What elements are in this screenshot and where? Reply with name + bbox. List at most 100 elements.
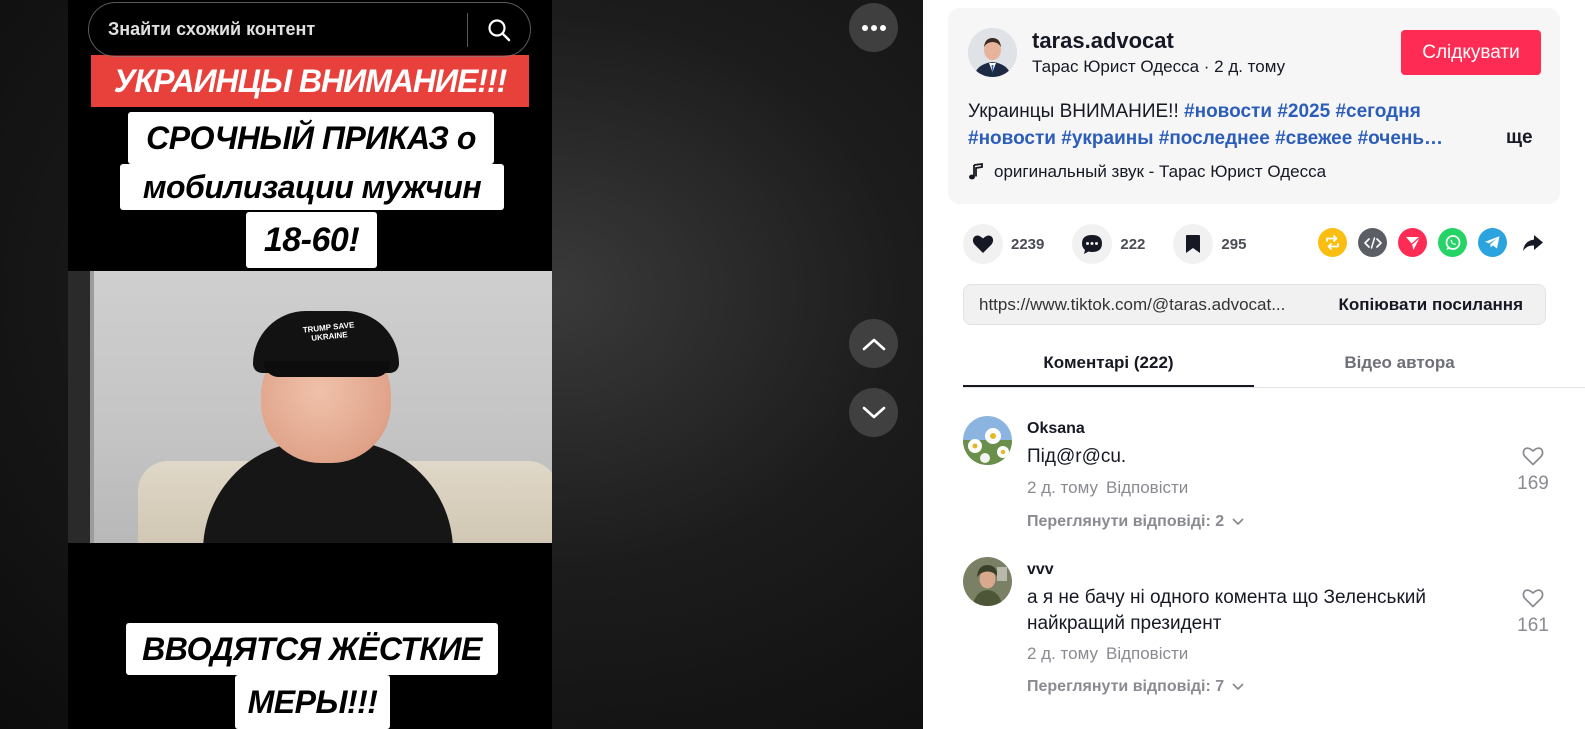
video-caption-line-2: мобилизации мужчин	[120, 164, 504, 210]
video-caption-line-4: ВВОДЯТСЯ ЖЁСТКИЕ	[126, 623, 498, 675]
view-replies-button[interactable]: Переглянути відповіді: 2	[1027, 513, 1244, 531]
follow-button[interactable]: Слідкувати	[1401, 30, 1541, 75]
comment-like-button[interactable]: 169	[1513, 446, 1553, 495]
author-username[interactable]: taras.advocat	[1032, 28, 1174, 54]
music-note-icon	[969, 163, 983, 180]
comment-item: Oksana Під@r@cu. 2 д. тому Відповісти Пер…	[963, 416, 1553, 546]
share-arrow-icon	[1522, 234, 1543, 251]
hashtag[interactable]: #украины	[1061, 128, 1153, 149]
avatar-image	[963, 416, 1012, 465]
avatar-image	[963, 557, 1012, 606]
expand-description-button[interactable]: ще	[1506, 127, 1533, 149]
more-share-button[interactable]	[1518, 228, 1547, 257]
video-caption-line-3: 18-60!	[246, 212, 377, 268]
comment-button[interactable]: 222	[1072, 224, 1145, 264]
video-info-card: taras.advocat Тарас Юрист Одесса · 2 д. …	[948, 8, 1560, 204]
hashtag[interactable]: #очень…	[1358, 128, 1443, 149]
chevron-down-icon	[1232, 518, 1244, 525]
heart-icon	[972, 235, 994, 253]
view-replies-label: Переглянути відповіді: 2	[1027, 513, 1225, 530]
comment-like-count: 161	[1517, 615, 1549, 636]
more-horizontal-icon	[861, 24, 886, 31]
send-to-friends-button[interactable]	[1398, 228, 1427, 257]
next-video-button[interactable]	[849, 388, 898, 437]
video-headline: УКРАИНЦЫ ВНИМАНИЕ!!!	[91, 55, 529, 107]
description-text: Украинцы ВНИМАНИЕ!!	[968, 101, 1185, 122]
comment-like-count: 169	[1517, 473, 1549, 494]
heart-outline-icon	[1522, 589, 1544, 608]
hashtag[interactable]: #свежее	[1275, 128, 1352, 149]
avatar-image	[968, 28, 1017, 77]
chevron-down-icon	[862, 406, 885, 418]
like-button[interactable]: 2239	[963, 224, 1044, 264]
description-line-2: #новости #украины #последнее #свежее #оч…	[968, 125, 1468, 152]
comment-text: а я не бачу ні одного комента що Зеленсь…	[1027, 587, 1426, 634]
share-options	[1318, 228, 1547, 257]
view-replies-label: Переглянути відповіді: 7	[1027, 678, 1225, 695]
commenter-username[interactable]: vvv	[1027, 561, 1054, 579]
details-panel: taras.advocat Тарас Юрист Одесса · 2 д. …	[923, 0, 1585, 729]
embed-code-icon	[1363, 236, 1382, 249]
similar-content-search	[88, 2, 531, 57]
video-link-box: https://www.tiktok.com/@taras.advocat...…	[963, 284, 1546, 325]
previous-video-button[interactable]	[849, 319, 898, 368]
repost-button[interactable]	[1318, 228, 1347, 257]
reply-button[interactable]: Відповісти	[1106, 644, 1188, 663]
repost-icon	[1326, 235, 1339, 250]
chevron-up-icon	[862, 338, 885, 350]
sound-link[interactable]: оригинальный звук - Тарас Юрист Одесса	[968, 162, 1326, 182]
telegram-share-button[interactable]	[1478, 228, 1507, 257]
sound-label: оригинальный звук - Тарас Юрист Одесса	[994, 162, 1327, 181]
search-button[interactable]	[468, 3, 530, 56]
send-icon	[1405, 236, 1420, 250]
hashtag[interactable]: #2025	[1277, 101, 1330, 122]
hashtag[interactable]: #новости	[1184, 101, 1272, 122]
heart-outline-icon	[1522, 447, 1544, 466]
search-icon	[488, 18, 511, 41]
whatsapp-icon	[1445, 234, 1460, 250]
commenter-avatar[interactable]	[963, 416, 1012, 465]
video-area[interactable]: TRUMP SAVE UKRAINE УКРАИНЦЫ ВНИМАНИЕ!!! …	[0, 0, 923, 729]
author-avatar[interactable]	[968, 28, 1017, 77]
whatsapp-share-button[interactable]	[1438, 228, 1467, 257]
telegram-icon	[1485, 236, 1500, 249]
video-link-text[interactable]: https://www.tiktok.com/@taras.advocat...	[964, 295, 1324, 315]
tab-comments[interactable]: Коментарі (222)	[963, 340, 1254, 387]
comment-meta: 2 д. тому Відповісти	[1027, 478, 1188, 498]
video-caption-line-1: СРОЧНЫЙ ПРИКАЗ о	[128, 112, 494, 164]
comment-meta: 2 д. тому Відповісти	[1027, 644, 1188, 664]
comment-item: vvv а я не бачу ні одного комента що Зел…	[963, 557, 1553, 707]
bookmark-icon	[1186, 235, 1201, 253]
author-subline: Тарас Юрист Одесса · 2 д. тому	[1032, 57, 1285, 77]
comment-time: 2 д. тому	[1027, 478, 1098, 497]
embed-button[interactable]	[1358, 228, 1387, 257]
view-replies-button[interactable]: Переглянути відповіді: 7	[1027, 678, 1244, 696]
author-display-name: Тарас Юрист Одесса	[1032, 57, 1200, 76]
hashtag[interactable]: #сегодня	[1335, 101, 1420, 122]
action-bar: 2239 222 295	[963, 224, 1274, 264]
comment-time: 2 д. тому	[1027, 644, 1098, 663]
hashtag[interactable]: #новости	[968, 128, 1056, 149]
post-date: 2 д. тому	[1214, 57, 1286, 76]
tab-author-videos[interactable]: Відео автора	[1254, 340, 1545, 387]
subline-separator: ·	[1199, 57, 1215, 76]
comment-icon	[1082, 234, 1103, 254]
panel-tabs: Коментарі (222) Відео автора	[963, 340, 1585, 388]
like-count: 2239	[1011, 235, 1045, 253]
hashtag[interactable]: #последнее	[1159, 128, 1270, 149]
comment-count: 222	[1120, 235, 1146, 253]
comment-text: Під@r@cu.	[1027, 446, 1127, 467]
chevron-down-icon	[1232, 683, 1244, 690]
video-description: Украинцы ВНИМАНИЕ!! #новости #2025 #сего…	[968, 98, 1478, 152]
save-button[interactable]: 295	[1173, 224, 1246, 264]
reply-button[interactable]: Відповісти	[1106, 478, 1188, 497]
save-count: 295	[1221, 235, 1247, 253]
video-presenter-image: TRUMP SAVE UKRAINE	[68, 271, 552, 543]
comment-like-button[interactable]: 161	[1513, 588, 1553, 637]
commenter-avatar[interactable]	[963, 557, 1012, 606]
video-caption-line-5: МЕРЫ!!!	[235, 675, 390, 729]
search-input[interactable]	[89, 3, 467, 56]
commenter-username[interactable]: Oksana	[1027, 420, 1085, 438]
more-options-button[interactable]	[849, 3, 898, 52]
copy-link-button[interactable]: Копіювати посилання	[1325, 295, 1546, 315]
